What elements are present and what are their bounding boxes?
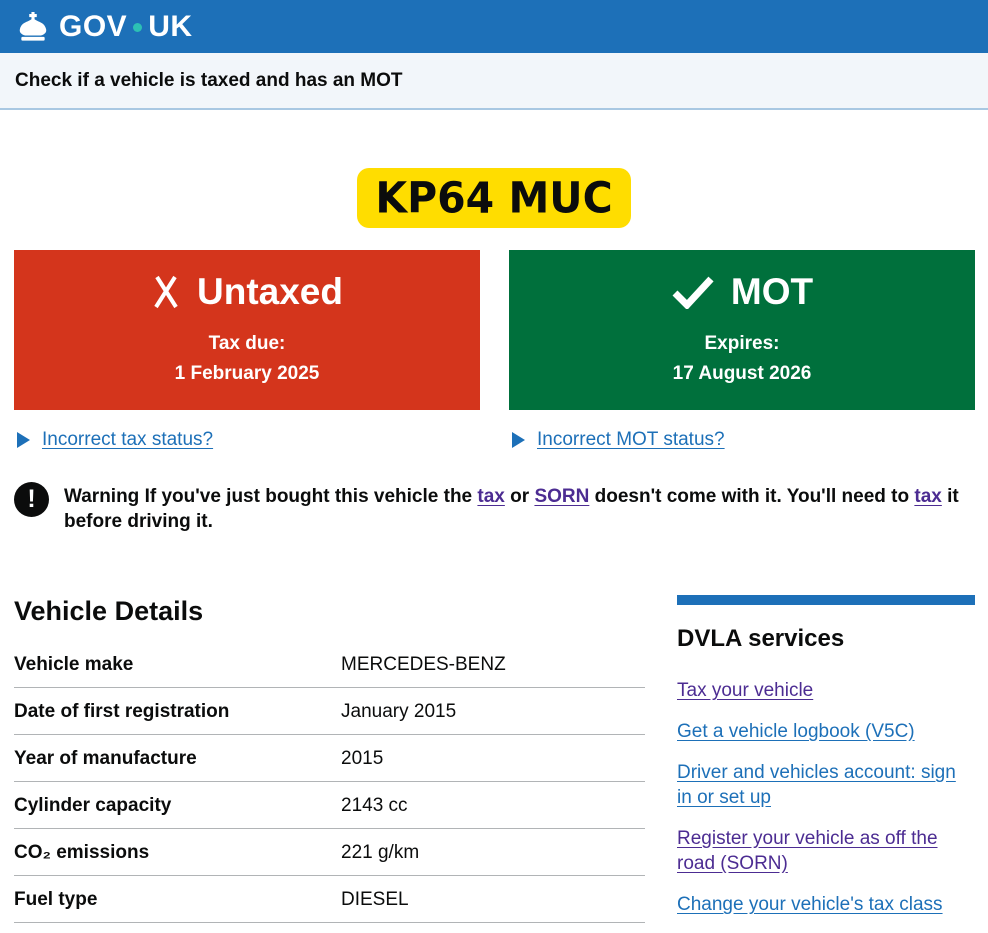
row-label: Year of manufacture xyxy=(14,749,341,768)
warning-notice: ! Warning If you've just bought this veh… xyxy=(14,482,974,534)
table-row: Fuel type DIESEL xyxy=(14,876,645,923)
logo-dot xyxy=(133,23,142,32)
warning-text-part: or xyxy=(505,486,535,507)
table-row: Date of first registration January 2015 xyxy=(14,688,645,735)
incorrect-mot-status-disclosure[interactable]: Incorrect MOT status? xyxy=(509,429,975,451)
number-plate: KP64 MUC xyxy=(357,168,630,228)
row-label: CO₂ emissions xyxy=(14,843,341,862)
table-row: Vehicle make MERCEDES-BENZ xyxy=(14,641,645,688)
mot-expiry-date: 17 August 2026 xyxy=(673,359,812,389)
warning-text-part: Warning If you've just bought this vehic… xyxy=(64,486,477,507)
crown-icon xyxy=(15,12,51,42)
sidebar-link-vehicle-logbook[interactable]: Get a vehicle logbook (V5C) xyxy=(677,719,975,744)
mot-status-title-row: MOT xyxy=(671,271,813,313)
warning-tax-link[interactable]: tax xyxy=(477,486,504,507)
dvla-services-sidebar: DVLA services Tax your vehicle Get a veh… xyxy=(677,595,975,933)
sidebar-link-tax-your-vehicle[interactable]: Tax your vehicle xyxy=(677,678,975,703)
mot-status-panel: MOT Expires: 17 August 2026 xyxy=(509,250,975,410)
vehicle-details-section: Vehicle Details Vehicle make MERCEDES-BE… xyxy=(14,595,645,933)
row-label: Fuel type xyxy=(14,890,341,909)
tax-status-title: Untaxed xyxy=(197,271,343,313)
incorrect-status-links: Incorrect tax status? Incorrect MOT stat… xyxy=(14,429,975,451)
exclamation-icon: ! xyxy=(14,482,49,517)
logo-uk-text: UK xyxy=(148,10,192,44)
row-value: 2015 xyxy=(341,749,645,768)
warning-text-part: doesn't come with it. You'll need to xyxy=(589,486,914,507)
table-row: Year of manufacture 2015 xyxy=(14,735,645,782)
govuk-logotype: GOV UK xyxy=(59,10,193,44)
status-panels: Untaxed Tax due: 1 February 2025 MOT Exp… xyxy=(14,250,975,410)
incorrect-tax-status-link[interactable]: Incorrect tax status? xyxy=(42,429,213,451)
tax-due-date: 1 February 2025 xyxy=(175,359,320,389)
warning-text: Warning If you've just bought this vehic… xyxy=(64,482,974,534)
check-icon xyxy=(671,275,715,309)
row-value: 2143 cc xyxy=(341,796,645,815)
warning-sorn-link[interactable]: SORN xyxy=(534,486,589,507)
incorrect-tax-status-disclosure[interactable]: Incorrect tax status? xyxy=(14,429,480,451)
row-label: Vehicle make xyxy=(14,655,341,674)
content-columns: Vehicle Details Vehicle make MERCEDES-BE… xyxy=(14,595,975,933)
table-row: Cylinder capacity 2143 cc xyxy=(14,782,645,829)
warning-tax-link-2[interactable]: tax xyxy=(914,486,941,507)
logo-gov-text: GOV xyxy=(59,10,127,44)
table-row: CO₂ emissions 221 g/km xyxy=(14,829,645,876)
row-label: Cylinder capacity xyxy=(14,796,341,815)
row-value: MERCEDES-BENZ xyxy=(341,655,645,674)
service-title-bar: Check if a vehicle is taxed and has an M… xyxy=(0,53,988,110)
sidebar-link-register-sorn[interactable]: Register your vehicle as off the road (S… xyxy=(677,826,975,876)
row-value: DIESEL xyxy=(341,890,645,909)
disclosure-triangle-icon xyxy=(17,432,30,448)
mot-expires-label: Expires: xyxy=(705,329,780,359)
row-value: 221 g/km xyxy=(341,843,645,862)
incorrect-mot-status-link[interactable]: Incorrect MOT status? xyxy=(537,429,725,451)
vehicle-details-heading: Vehicle Details xyxy=(14,595,645,627)
tax-status-panel: Untaxed Tax due: 1 February 2025 xyxy=(14,250,480,410)
sidebar-heading: DVLA services xyxy=(677,626,975,652)
mot-status-title: MOT xyxy=(731,271,813,313)
tax-status-title-row: Untaxed xyxy=(151,271,343,313)
registration-number: KP64 MUC xyxy=(375,173,612,223)
plate-container: KP64 MUC xyxy=(0,168,988,228)
sidebar-link-change-tax-class[interactable]: Change your vehicle's tax class xyxy=(677,892,975,917)
service-title: Check if a vehicle is taxed and has an M… xyxy=(15,70,403,92)
row-label: Date of first registration xyxy=(14,702,341,721)
sidebar-link-driver-vehicles-account[interactable]: Driver and vehicles account: sign in or … xyxy=(677,760,975,810)
cross-icon xyxy=(151,275,181,309)
disclosure-triangle-icon xyxy=(512,432,525,448)
govuk-logo[interactable]: GOV UK xyxy=(15,10,193,44)
row-value: January 2015 xyxy=(341,702,645,721)
govuk-header: GOV UK xyxy=(0,0,988,53)
sidebar-accent-rule xyxy=(677,595,975,605)
tax-due-label: Tax due: xyxy=(209,329,286,359)
